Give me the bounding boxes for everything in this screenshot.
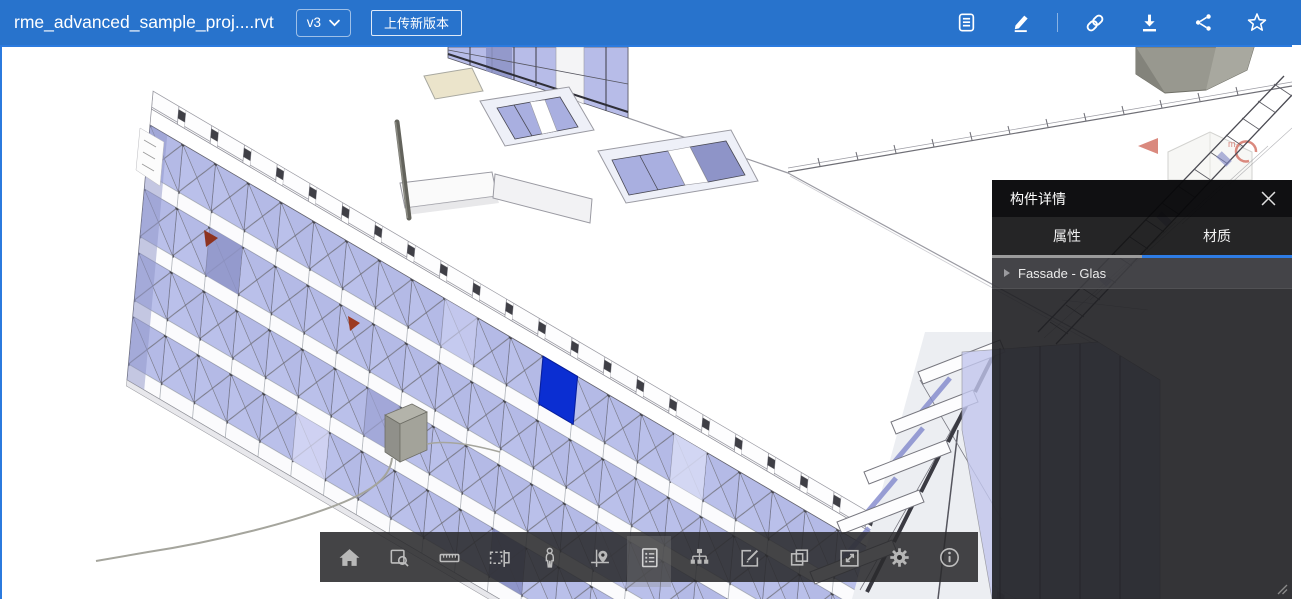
- minimap-icon[interactable]: [574, 532, 624, 582]
- info-icon[interactable]: [924, 532, 974, 582]
- tab-materials-label: 材质: [1203, 226, 1231, 246]
- section-icon[interactable]: [474, 532, 524, 582]
- box-zoom-icon[interactable]: [374, 532, 424, 582]
- roof-opening-3: [598, 130, 758, 203]
- close-icon[interactable]: [1258, 189, 1278, 209]
- version-dropdown[interactable]: v3: [296, 9, 351, 37]
- viewcube-left-arrow-icon: [1138, 138, 1158, 154]
- compare-icon[interactable]: [774, 532, 824, 582]
- download-icon[interactable]: [1138, 12, 1160, 34]
- material-item-label: Fassade - Glas: [1018, 266, 1106, 281]
- version-label: v3: [307, 15, 321, 30]
- component-list-icon[interactable]: [624, 532, 674, 582]
- top-bar: rme_advanced_sample_proj....rvt v3 上传新版本: [0, 0, 1301, 45]
- material-item-row[interactable]: Fassade - Glas: [992, 258, 1292, 289]
- panel-title: 构件详情: [1010, 189, 1258, 209]
- topbar-divider: [1057, 13, 1058, 32]
- panel-header: 构件详情: [992, 180, 1292, 217]
- resize-handle-icon[interactable]: [1275, 582, 1288, 595]
- tab-properties-label: 属性: [1053, 226, 1081, 246]
- model-tree-icon[interactable]: [674, 532, 724, 582]
- topbar-actions: [955, 12, 1268, 34]
- roof-parapet: [400, 172, 592, 223]
- link-icon[interactable]: [1084, 12, 1106, 34]
- walkthrough-icon[interactable]: [524, 532, 574, 582]
- favorite-star-icon[interactable]: [1246, 12, 1268, 34]
- home-icon[interactable]: [324, 532, 374, 582]
- panel-tabs: 属性 材质: [992, 217, 1292, 255]
- tab-properties[interactable]: 属性: [992, 217, 1142, 255]
- viewer-toolbar: [320, 532, 978, 582]
- chevron-down-icon: [329, 15, 340, 30]
- massing-block: [1136, 47, 1254, 93]
- roof-opening-skylight: [424, 68, 483, 99]
- roof-pole: [396, 122, 410, 218]
- share-icon[interactable]: [1192, 12, 1214, 34]
- expand-arrow-icon: [1004, 269, 1010, 277]
- tab-materials[interactable]: 材质: [1142, 217, 1292, 255]
- fullscreen-icon[interactable]: [824, 532, 874, 582]
- annotate-pen-icon[interactable]: [1009, 12, 1031, 34]
- component-details-panel: 构件详情 属性 材质 Fassade - Glas: [992, 180, 1292, 599]
- markup-icon[interactable]: [724, 532, 774, 582]
- file-title: rme_advanced_sample_proj....rvt: [14, 12, 274, 33]
- upload-new-version-button[interactable]: 上传新版本: [371, 10, 462, 36]
- measure-icon[interactable]: [424, 532, 474, 582]
- panel-body: [992, 289, 1292, 599]
- document-icon[interactable]: [955, 12, 977, 34]
- settings-icon[interactable]: [874, 532, 924, 582]
